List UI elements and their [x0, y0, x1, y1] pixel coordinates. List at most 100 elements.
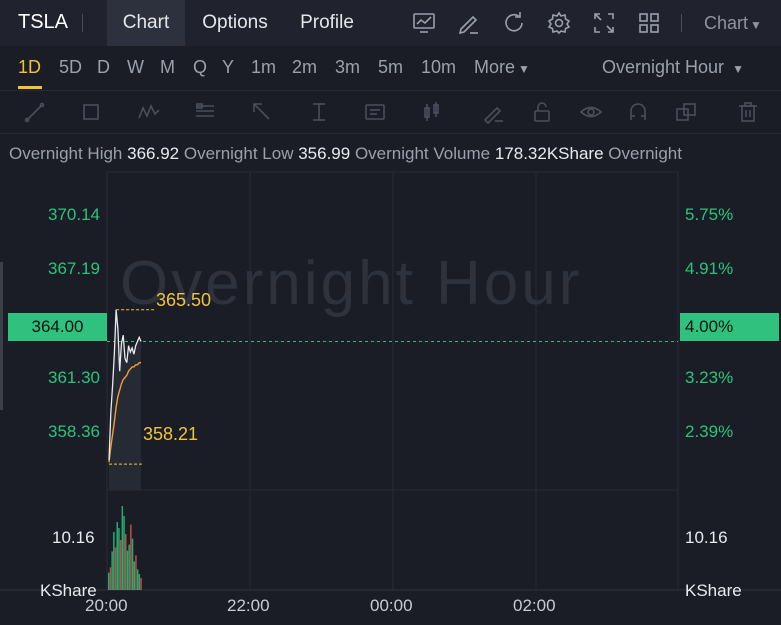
volume-bar — [109, 567, 112, 590]
tab-options[interactable]: Options — [190, 0, 280, 46]
volume-bar — [113, 532, 115, 590]
high-value: 366.92 — [127, 144, 180, 163]
volume-tick-left: 10.16 — [52, 528, 95, 547]
price-area — [109, 309, 141, 490]
period-5d[interactable]: 5D — [59, 57, 82, 78]
pct-tick: 2.39% — [685, 422, 734, 441]
grid-layout-icon[interactable] — [636, 10, 662, 36]
divider — [82, 14, 83, 32]
volume-bar — [118, 528, 120, 590]
period-m[interactable]: M — [160, 57, 175, 78]
caret-down-icon: ▼ — [750, 18, 762, 32]
fibonacci-icon[interactable] — [193, 100, 217, 124]
current-pct-tag: 4.00% — [680, 313, 779, 341]
period-1d[interactable]: 1D — [18, 57, 41, 78]
low-label: Overnight Low — [183, 144, 294, 163]
volume-bar — [114, 547, 117, 590]
high-marker-label: 365.50 — [156, 290, 212, 310]
volume-label: Overnight Volume — [354, 144, 491, 163]
period-q[interactable]: Q — [193, 57, 207, 78]
volume-bar — [126, 550, 129, 590]
period-3m[interactable]: 3m — [335, 57, 360, 78]
trend-line-icon[interactable] — [24, 100, 48, 124]
pct-tick: 4.91% — [685, 259, 734, 278]
price-tick: 367.19 — [48, 259, 100, 278]
settings-gear-icon[interactable] — [546, 10, 572, 36]
rectangle-icon[interactable] — [80, 100, 104, 124]
price-tick: 358.36 — [48, 422, 100, 441]
volume-unit-right: KShare — [685, 581, 742, 600]
lock-icon[interactable] — [530, 100, 554, 124]
volume-bar — [119, 540, 122, 590]
extra-label: Overnight — [608, 144, 682, 163]
current-price-tag: 364.00 — [8, 313, 107, 341]
indicator-chart-icon[interactable] — [411, 10, 437, 36]
volume-bar — [131, 538, 134, 590]
pattern-icon[interactable] — [137, 100, 161, 124]
volume-bar — [130, 524, 132, 590]
volume-bar — [125, 534, 127, 590]
session-dropdown[interactable]: Overnight Hour ▼ — [602, 57, 744, 78]
period-bar: 1D 5D D W M Q Y 1m 2m 3m 5m 10m More ▼ Ov… — [0, 46, 781, 90]
session-label: Overnight Hour — [602, 57, 725, 77]
tab-chart[interactable]: Chart — [107, 0, 185, 46]
pct-tick: 3.23% — [685, 368, 734, 387]
caret-down-icon: ▼ — [732, 62, 744, 76]
more-label: More — [474, 57, 516, 77]
period-d[interactable]: D — [97, 57, 110, 78]
time-tick: 00:00 — [370, 596, 413, 615]
time-tick: 22:00 — [227, 596, 270, 615]
price-tick: 370.14 — [48, 205, 100, 224]
period-5m[interactable]: 5m — [378, 57, 403, 78]
average-price-line — [108, 361, 141, 463]
text-note-icon[interactable] — [363, 100, 387, 124]
refresh-icon[interactable] — [501, 10, 527, 36]
low-marker-label: 358.21 — [143, 424, 199, 444]
pct-tick: 5.75% — [685, 205, 734, 224]
volume-bar — [133, 561, 135, 590]
volume-tick-right: 10.16 — [685, 528, 728, 547]
drawing-toolbar — [0, 90, 781, 134]
measure-icon[interactable] — [307, 100, 331, 124]
fullscreen-expand-icon[interactable] — [591, 10, 617, 36]
volume-bar — [128, 544, 130, 590]
price-tick: 361.30 — [48, 368, 100, 387]
plot-frame — [106, 171, 679, 591]
trash-icon[interactable] — [736, 100, 760, 124]
pen-icon[interactable] — [481, 100, 505, 125]
eye-icon[interactable] — [579, 100, 603, 124]
magnet-icon[interactable] — [626, 100, 650, 124]
period-10m[interactable]: 10m — [421, 57, 456, 78]
chart-type-dropdown[interactable]: Chart ▼ — [704, 13, 762, 34]
period-2m[interactable]: 2m — [292, 57, 317, 78]
overnight-stats-bar: Overnight High 366.92 Overnight Low 356.… — [0, 140, 781, 168]
high-label: Overnight High — [9, 144, 123, 163]
caret-down-icon: ▼ — [518, 62, 530, 76]
period-w[interactable]: W — [127, 57, 144, 78]
volume-bar — [135, 555, 137, 590]
ticker-symbol: TSLA — [18, 11, 69, 33]
top-bar: TSLA Chart Options Profile Chart ▼ — [0, 0, 781, 46]
volume-bar — [140, 578, 142, 590]
volume-value: 178.32KShare — [494, 144, 604, 163]
volume-bar — [136, 569, 139, 590]
more-periods-dropdown[interactable]: More ▼ — [474, 57, 530, 78]
copy-icon[interactable] — [674, 100, 698, 124]
divider — [681, 14, 682, 32]
arrow-icon[interactable] — [250, 100, 274, 124]
pencil-icon[interactable] — [456, 10, 482, 36]
volume-bar — [123, 516, 125, 590]
period-y[interactable]: Y — [222, 57, 234, 78]
volume-bar — [138, 574, 141, 590]
period-1m[interactable]: 1m — [251, 57, 276, 78]
volume-bar — [116, 522, 118, 590]
tab-profile[interactable]: Profile — [288, 0, 366, 46]
candle-icon[interactable] — [420, 100, 444, 124]
time-tick: 20:00 — [85, 596, 128, 615]
price-line — [108, 309, 142, 461]
left-scroll-edge[interactable] — [0, 262, 3, 410]
volume-bar — [121, 506, 124, 590]
low-value: 356.99 — [298, 144, 351, 163]
volume-bar — [108, 572, 110, 590]
active-period-underline — [18, 86, 42, 89]
